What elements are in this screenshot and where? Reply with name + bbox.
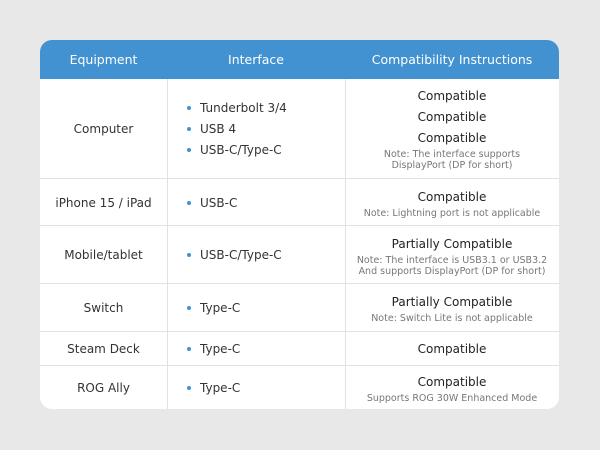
compatibility-note: Note: The interface supports [383, 149, 521, 160]
compatibility-status: Partially Compatible [391, 236, 513, 251]
interface-label: USB-C [200, 195, 238, 210]
interface-label: USB-C/Type-C [200, 142, 282, 157]
table-row: Computer Tunderbolt 3/4 USB 4 USB-C/Type… [40, 79, 559, 178]
bullet-dot-icon [187, 105, 191, 110]
compatibility-cell: Compatible Note: Lightning port is not a… [345, 179, 559, 226]
interface-label: Type-C [200, 342, 241, 356]
compatibility-status: Compatible [417, 189, 487, 204]
compatibility-status: Compatible [417, 89, 487, 103]
interface-cell: Type-C [187, 332, 337, 366]
compatibility-status: Compatible [417, 110, 487, 124]
interface-item: Type-C [187, 378, 240, 399]
header-equipment: Equipment [69, 52, 138, 67]
compatibility-status: Compatible [417, 375, 487, 389]
compatibility-note: Note: Lightning port is not applicable [363, 207, 541, 219]
interface-item: USB-C/Type-C [187, 139, 282, 160]
bullet-dot-icon [187, 147, 191, 152]
equipment-cell: Mobile/tablet [64, 248, 143, 262]
header-compatibility: Compatibility Instructions [371, 52, 533, 67]
bullet-dot-icon [187, 200, 191, 205]
interface-label: USB 4 [200, 121, 237, 136]
header-interface: Interface [228, 52, 284, 67]
equipment-cell: Switch [83, 301, 124, 315]
compatibility-cell: Compatible [345, 332, 559, 366]
bullet-dot-icon [187, 306, 191, 310]
interface-label: USB-C/Type-C [200, 248, 282, 262]
compatibility-status: Compatible [417, 131, 487, 145]
interface-item: USB-C/Type-C [187, 245, 282, 266]
equipment-cell: ROG Ally [77, 381, 130, 395]
table-row: iPhone 15 / iPad USB-C Compatible Note: … [40, 178, 559, 226]
compatibility-status: Partially Compatible [391, 295, 513, 309]
table-row: Steam Deck Type-C Compatible [40, 331, 559, 366]
equipment-cell: iPhone 15 / iPad [55, 195, 152, 210]
compatibility-note: And supports DisplayPort (DP for short) [358, 265, 546, 277]
bullet-dot-icon [187, 126, 191, 131]
interface-item: Type-C [187, 298, 240, 319]
interface-cell: Type-C [187, 284, 337, 332]
table-row: ROG Ally Type-C Compatible Supports ROG … [40, 365, 559, 409]
compatibility-cell: Partially Compatible Note: The interface… [345, 226, 559, 284]
interface-cell: Type-C [187, 366, 337, 409]
compatibility-note: Note: Switch Lite is not applicable [371, 313, 533, 324]
interface-item: USB-C [187, 192, 237, 213]
interface-cell: USB-C [187, 179, 337, 226]
bullet-dot-icon [187, 347, 191, 351]
table-row: Mobile/tablet USB-C/Type-C Partially Com… [40, 225, 559, 284]
compatibility-note: Note: The interface is USB3.1 or USB3.2 [356, 254, 548, 266]
bullet-dot-icon [187, 253, 191, 257]
compatibility-status: Compatible [417, 341, 487, 356]
compatibility-cell: Partially Compatible Note: Switch Lite i… [345, 284, 559, 332]
compatibility-note: DisplayPort (DP for short) [391, 160, 513, 171]
equipment-cell: Computer [73, 121, 134, 136]
interface-label: Tunderbolt 3/4 [200, 100, 287, 115]
interface-label: Type-C [200, 301, 241, 315]
compatibility-note: Supports ROG 30W Enhanced Mode [366, 393, 538, 404]
interface-item: Type-C [187, 339, 240, 360]
compatibility-cell: Compatible Compatible Compatible Note: T… [345, 79, 559, 178]
interface-cell: USB-C/Type-C [187, 226, 337, 284]
table-row: Switch Type-C Partially Compatible Note:… [40, 283, 559, 332]
interface-item: USB 4 [187, 118, 236, 139]
equipment-cell: Steam Deck [67, 342, 140, 356]
table-header: Equipment Interface Compatibility Instru… [40, 40, 559, 79]
interface-cell: Tunderbolt 3/4 USB 4 USB-C/Type-C [187, 79, 337, 178]
compatibility-cell: Compatible Supports ROG 30W Enhanced Mod… [345, 366, 559, 409]
bullet-dot-icon [187, 386, 191, 390]
interface-label: Type-C [200, 381, 241, 395]
compatibility-table: Equipment Interface Compatibility Instru… [40, 40, 559, 409]
interface-item: Tunderbolt 3/4 [187, 97, 287, 118]
